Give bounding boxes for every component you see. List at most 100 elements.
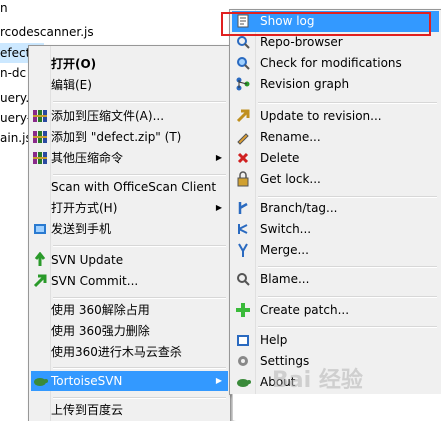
file-item[interactable]: uery- bbox=[0, 108, 31, 128]
menu-separator bbox=[53, 297, 226, 299]
menu-item-label: Blame... bbox=[260, 272, 310, 286]
menu-item-label: Delete bbox=[260, 151, 300, 165]
menu-item-open[interactable]: 打开(O) bbox=[31, 54, 228, 74]
winrar-icon bbox=[32, 150, 48, 166]
file-item[interactable]: n-dc bbox=[0, 63, 26, 83]
phone-icon bbox=[32, 221, 48, 237]
submenu-arrow-icon: ▶ bbox=[215, 203, 222, 212]
menu-separator bbox=[258, 266, 437, 268]
menu-item-label: SVN Commit... bbox=[51, 274, 139, 288]
menu-item-label: SVN Update bbox=[51, 253, 124, 267]
svn-item-switch[interactable]: Switch... bbox=[232, 219, 439, 240]
menu-item-label: 编辑(E) bbox=[51, 78, 92, 92]
menu-item-tortoisesvn[interactable]: TortoiseSVN ▶ bbox=[31, 371, 228, 391]
menu-item-open-with[interactable]: 打开方式(H) ▶ bbox=[31, 198, 228, 218]
context-menu: 打开(O) 编辑(E) 添加到压缩文件(A)... 添加到 "defect.zi… bbox=[28, 45, 231, 421]
update-revision-icon bbox=[235, 108, 251, 124]
svn-item-update-to-revision[interactable]: Update to revision... bbox=[232, 106, 439, 127]
check-modifications-icon bbox=[235, 55, 251, 71]
menu-item-label: 使用360进行木马云查杀 bbox=[51, 345, 182, 359]
menu-separator bbox=[258, 326, 437, 328]
menu-separator bbox=[258, 296, 437, 298]
svn-commit-icon bbox=[32, 273, 48, 289]
menu-item-360-force-delete[interactable]: 使用 360强力删除 bbox=[31, 321, 228, 341]
menu-item-label: 添加到 "defect.zip" (T) bbox=[51, 130, 182, 144]
svn-item-get-lock[interactable]: Get lock... bbox=[232, 169, 439, 190]
svn-item-revision-graph[interactable]: Revision graph bbox=[232, 74, 439, 95]
background-pane bbox=[232, 394, 441, 420]
blame-icon bbox=[235, 271, 251, 287]
file-item[interactable]: rcodescanner.js bbox=[0, 22, 94, 42]
menu-item-label: 打开方式(H) bbox=[51, 201, 118, 215]
menu-item-label: Create patch... bbox=[260, 303, 350, 317]
tortoise-icon bbox=[32, 373, 48, 389]
menu-item-label: Branch/tag... bbox=[260, 201, 338, 215]
svn-update-icon bbox=[32, 251, 48, 268]
menu-item-label: Update to revision... bbox=[260, 109, 382, 123]
menu-item-label: 使用 360强力删除 bbox=[51, 324, 150, 338]
menu-item-360-scan[interactable]: 使用360进行木马云查杀 bbox=[31, 342, 228, 362]
file-item[interactable]: ain.js bbox=[0, 128, 32, 148]
menu-item-officescan[interactable]: Scan with OfficeScan Client bbox=[31, 177, 228, 197]
menu-item-label: Get lock... bbox=[260, 172, 321, 186]
svn-item-blame[interactable]: Blame... bbox=[232, 269, 439, 290]
patch-icon bbox=[235, 302, 251, 318]
menu-item-label: 添加到压缩文件(A)... bbox=[51, 109, 165, 123]
tortoisesvn-submenu: Show log Repo-browser Check for modifica… bbox=[229, 9, 441, 395]
svn-item-delete[interactable]: Delete bbox=[232, 148, 439, 169]
menu-separator bbox=[53, 174, 226, 176]
menu-item-baidu-upload[interactable]: 上传到百度云 bbox=[31, 400, 228, 420]
submenu-arrow-icon: ▶ bbox=[215, 153, 222, 162]
lock-icon bbox=[235, 171, 251, 187]
help-icon bbox=[235, 332, 251, 348]
menu-separator bbox=[53, 367, 226, 369]
menu-item-label: Switch... bbox=[260, 222, 312, 236]
menu-item-add-zip[interactable]: 添加到 "defect.zip" (T) bbox=[31, 127, 228, 147]
menu-item-edit[interactable]: 编辑(E) bbox=[31, 75, 228, 95]
switch-icon bbox=[235, 221, 251, 237]
highlight-annotation-box bbox=[221, 12, 431, 36]
svn-item-create-patch[interactable]: Create patch... bbox=[232, 300, 439, 321]
menu-item-label: 其他压缩命令 bbox=[51, 151, 124, 165]
menu-item-label: 发送到手机 bbox=[51, 222, 112, 236]
menu-separator bbox=[258, 102, 437, 104]
menu-item-label: Revision graph bbox=[260, 77, 350, 91]
svn-item-help[interactable]: Help bbox=[232, 330, 439, 351]
menu-item-label: 打开(O) bbox=[51, 57, 97, 71]
menu-separator bbox=[53, 397, 226, 399]
menu-item-label: Check for modifications bbox=[260, 56, 402, 70]
menu-item-label: 上传到百度云 bbox=[51, 403, 124, 417]
watermark: Bai 经验 bbox=[272, 368, 363, 393]
winrar-icon bbox=[32, 108, 48, 124]
menu-separator bbox=[53, 245, 226, 247]
winrar-icon bbox=[32, 129, 48, 145]
menu-item-label: 使用 360解除占用 bbox=[51, 303, 150, 317]
menu-item-label: Help bbox=[260, 333, 288, 347]
file-item[interactable]: uery. bbox=[0, 88, 29, 108]
menu-item-360-unlock[interactable]: 使用 360解除占用 bbox=[31, 300, 228, 320]
menu-item-other-compress[interactable]: 其他压缩命令 ▶ bbox=[31, 148, 228, 168]
svn-item-branch-tag[interactable]: Branch/tag... bbox=[232, 198, 439, 219]
delete-icon bbox=[235, 150, 251, 166]
menu-item-add-archive[interactable]: 添加到压缩文件(A)... bbox=[31, 106, 228, 126]
menu-item-svn-update[interactable]: SVN Update bbox=[31, 250, 228, 270]
menu-item-label: Rename... bbox=[260, 130, 321, 144]
merge-icon bbox=[235, 242, 251, 258]
menu-item-label: Scan with OfficeScan Client bbox=[51, 180, 217, 194]
menu-item-label: Merge... bbox=[260, 243, 309, 257]
menu-item-send-to-phone[interactable]: 发送到手机 bbox=[31, 219, 228, 239]
submenu-arrow-icon: ▶ bbox=[215, 376, 222, 385]
revision-graph-icon bbox=[235, 76, 251, 92]
file-item[interactable]: n bbox=[0, 0, 8, 18]
about-icon bbox=[235, 374, 251, 390]
rename-icon bbox=[235, 129, 251, 145]
settings-icon bbox=[235, 353, 251, 369]
menu-separator bbox=[53, 101, 226, 103]
branch-icon bbox=[235, 200, 251, 216]
repo-browser-icon bbox=[235, 34, 251, 50]
svn-item-check-modifications[interactable]: Check for modifications bbox=[232, 53, 439, 74]
menu-item-svn-commit[interactable]: SVN Commit... bbox=[31, 271, 228, 291]
menu-item-label: TortoiseSVN bbox=[51, 374, 123, 388]
svn-item-merge[interactable]: Merge... bbox=[232, 240, 439, 261]
svn-item-rename[interactable]: Rename... bbox=[232, 127, 439, 148]
